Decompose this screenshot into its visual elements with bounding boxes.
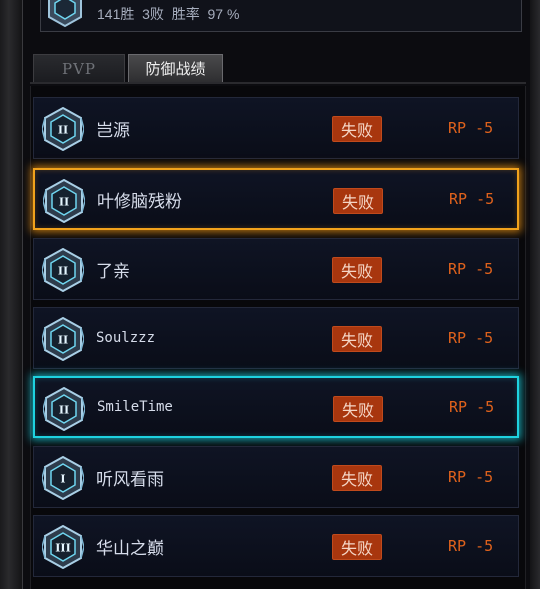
rp-change: RP -5 [448, 329, 494, 347]
result-badge: 失败 [332, 465, 382, 491]
svg-text:III: III [55, 542, 70, 555]
svg-text:II: II [59, 196, 69, 209]
result-badge: 失败 [333, 188, 383, 214]
rank-badge-icon [45, 0, 85, 28]
rp-change: RP -5 [448, 260, 494, 278]
rank-shield-icon: II [42, 386, 86, 432]
rank-shield-icon: II [42, 178, 86, 224]
record-row[interactable]: II Soulzzz 失败 RP -5 [33, 307, 519, 369]
result-badge: 失败 [332, 116, 382, 142]
rank-shield-icon: II [41, 247, 85, 293]
rp-change: RP -5 [449, 190, 495, 208]
rp-change: RP -5 [449, 398, 495, 416]
svg-text:II: II [58, 334, 68, 347]
svg-text:I: I [60, 473, 65, 486]
tab-defense-record[interactable]: 防御战绩 [128, 54, 223, 82]
svg-text:II: II [58, 265, 68, 278]
tab-divider [30, 82, 526, 84]
opponent-name: 岂源 [96, 120, 130, 141]
record-row[interactable]: II SmileTime 失败 RP -5 [33, 376, 519, 438]
opponent-name: 听风看雨 [96, 469, 164, 490]
svg-text:II: II [59, 404, 69, 417]
opponent-name: Soulzzz [96, 330, 156, 346]
result-badge: 失败 [333, 396, 383, 422]
svg-text:II: II [58, 124, 68, 137]
rp-change: RP -5 [448, 468, 494, 486]
rank-shield-icon: II [41, 106, 85, 152]
opponent-name: 了亲 [96, 261, 130, 282]
stats-summary-panel: 141胜 3败 胜率 97 % [40, 0, 522, 32]
window-frame-right [530, 0, 540, 589]
win-loss-summary: 141胜 3败 胜率 97 % [97, 6, 240, 22]
result-badge: 失败 [332, 326, 382, 352]
result-badge: 失败 [332, 534, 382, 560]
record-row[interactable]: II 了亲 失败 RP -5 [33, 238, 519, 300]
opponent-name: SmileTime [97, 399, 173, 415]
tab-pvp[interactable]: PVP [33, 54, 125, 82]
rank-shield-icon: III [41, 524, 85, 570]
rank-shield-icon: II [41, 316, 85, 362]
window-frame-left [0, 0, 23, 589]
rp-change: RP -5 [448, 119, 494, 137]
record-row[interactable]: III 华山之巅 失败 RP -5 [33, 515, 519, 577]
opponent-name: 华山之巅 [96, 538, 164, 559]
record-row[interactable]: I 听风看雨 失败 RP -5 [33, 446, 519, 508]
rank-shield-icon: I [41, 455, 85, 501]
result-badge: 失败 [332, 257, 382, 283]
record-row[interactable]: II 叶修脑残粉 失败 RP -5 [33, 168, 519, 230]
rp-change: RP -5 [448, 537, 494, 555]
record-row[interactable]: II 岂源 失败 RP -5 [33, 97, 519, 159]
opponent-name: 叶修脑残粉 [97, 191, 182, 212]
